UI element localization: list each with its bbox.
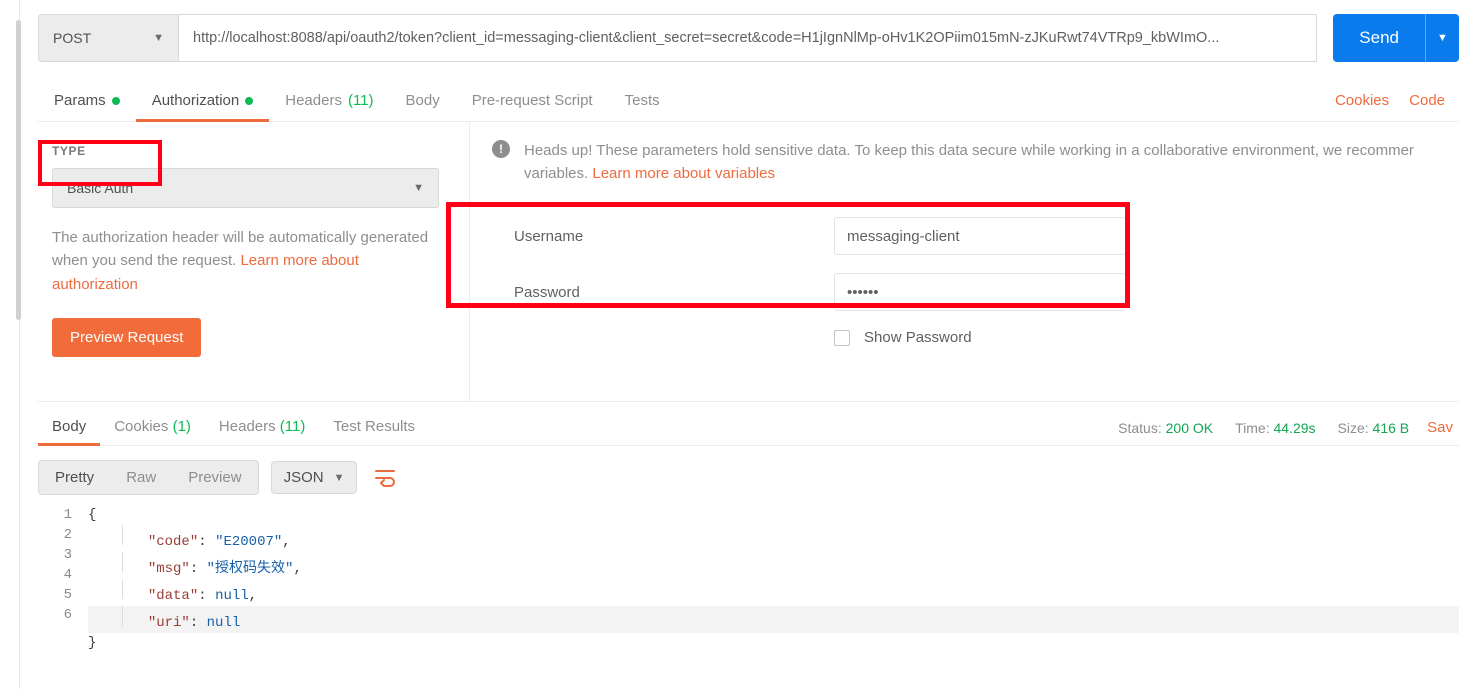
tab-label: Authorization bbox=[152, 92, 240, 109]
chevron-down-icon: ▼ bbox=[1437, 32, 1448, 44]
save-response-link[interactable]: Sav bbox=[1417, 419, 1453, 436]
tab-prerequest[interactable]: Pre-request Script bbox=[456, 82, 609, 121]
chevron-down-icon: ▼ bbox=[153, 32, 164, 44]
tab-count: (1) bbox=[173, 418, 191, 435]
tab-authorization[interactable]: Authorization bbox=[136, 82, 270, 121]
size-value: 416 B bbox=[1373, 420, 1410, 436]
left-dock bbox=[0, 0, 20, 689]
tab-headers[interactable]: Headers (11) bbox=[269, 82, 389, 121]
tab-body[interactable]: Body bbox=[390, 82, 456, 121]
tab-label: Pre-request Script bbox=[472, 92, 593, 109]
response-tab-body[interactable]: Body bbox=[38, 410, 100, 445]
code-token: { bbox=[88, 507, 96, 523]
code-token: "data" bbox=[148, 588, 198, 604]
username-input[interactable] bbox=[834, 217, 1126, 255]
tab-count: (11) bbox=[280, 418, 306, 435]
time-label: Time: bbox=[1235, 420, 1269, 436]
request-bar: POST ▼ http://localhost:8088/api/oauth2/… bbox=[38, 14, 1459, 62]
raw-button[interactable]: Raw bbox=[110, 461, 172, 494]
body-view-segment: Pretty Raw Preview bbox=[38, 460, 259, 495]
send-button[interactable]: Send bbox=[1333, 14, 1425, 62]
response-tab-test-results[interactable]: Test Results bbox=[319, 410, 429, 445]
code-token: null bbox=[207, 615, 241, 631]
http-method-value: POST bbox=[53, 30, 91, 46]
preview-button[interactable]: Preview bbox=[172, 461, 257, 494]
tab-params[interactable]: Params bbox=[38, 82, 136, 121]
code-link[interactable]: Code bbox=[1399, 82, 1455, 121]
time-value: 44.29s bbox=[1273, 420, 1315, 436]
cookies-link[interactable]: Cookies bbox=[1325, 82, 1399, 121]
chevron-down-icon: ▼ bbox=[413, 182, 424, 194]
line-wrap-button[interactable] bbox=[369, 461, 403, 495]
code-content: { "code": "E20007", "msg": "授权码失效", "dat… bbox=[88, 505, 1459, 653]
line-gutter: 123456 bbox=[38, 505, 88, 653]
tab-label: Body bbox=[52, 418, 86, 435]
tab-label: Params bbox=[54, 92, 106, 109]
auth-description: The authorization header will be automat… bbox=[52, 226, 439, 296]
authorization-panel: TYPE Basic Auth ▼ The authorization head… bbox=[38, 122, 1459, 402]
heads-up-banner: ! Heads up! These parameters hold sensit… bbox=[492, 140, 1459, 185]
preview-request-button[interactable]: Preview Request bbox=[52, 318, 201, 357]
response-meta: Status: 200 OK Time: 44.29s Size: 416 B bbox=[1118, 420, 1417, 436]
code-token: "E20007" bbox=[215, 534, 282, 550]
show-password-label: Show Password bbox=[864, 329, 972, 346]
url-input[interactable]: http://localhost:8088/api/oauth2/token?c… bbox=[178, 14, 1317, 62]
chevron-down-icon: ▼ bbox=[334, 472, 345, 484]
tab-label: Body bbox=[406, 92, 440, 109]
tab-label: Headers bbox=[219, 418, 276, 435]
response-body-code[interactable]: 123456 { "code": "E20007", "msg": "授权码失效… bbox=[38, 505, 1459, 653]
tab-label: Headers bbox=[285, 92, 342, 109]
password-input[interactable] bbox=[834, 273, 1126, 311]
code-token: } bbox=[88, 635, 96, 651]
body-language-select[interactable]: JSON ▼ bbox=[271, 461, 358, 494]
status-label: Status: bbox=[1118, 420, 1162, 436]
request-tabs: Params Authorization Headers (11) Body P… bbox=[38, 82, 1459, 122]
learn-more-variables-link[interactable]: Learn more about variables bbox=[592, 165, 775, 182]
status-dot-icon bbox=[245, 97, 253, 105]
username-label: Username bbox=[514, 228, 834, 245]
code-token: "授权码失效" bbox=[207, 561, 294, 577]
response-tabs: Body Cookies (1) Headers (11) Test Resul… bbox=[38, 402, 1459, 446]
tab-label: Cookies bbox=[114, 418, 168, 435]
credentials-form: Username Password Show Password bbox=[492, 217, 1459, 346]
size-label: Size: bbox=[1338, 420, 1369, 436]
http-method-select[interactable]: POST ▼ bbox=[38, 14, 178, 62]
send-dropdown-button[interactable]: ▼ bbox=[1425, 14, 1459, 62]
tab-label: Tests bbox=[625, 92, 660, 109]
info-icon: ! bbox=[492, 140, 510, 158]
show-password-checkbox[interactable] bbox=[834, 330, 850, 346]
url-value: http://localhost:8088/api/oauth2/token?c… bbox=[193, 30, 1219, 46]
tab-count: (11) bbox=[348, 92, 374, 109]
response-tab-cookies[interactable]: Cookies (1) bbox=[100, 410, 205, 445]
body-language-value: JSON bbox=[284, 469, 324, 486]
auth-type-select[interactable]: Basic Auth ▼ bbox=[52, 168, 439, 208]
status-dot-icon bbox=[112, 97, 120, 105]
code-token: "uri" bbox=[148, 615, 190, 631]
response-body-toolbar: Pretty Raw Preview JSON ▼ bbox=[38, 446, 1459, 505]
tab-tests[interactable]: Tests bbox=[609, 82, 676, 121]
password-label: Password bbox=[514, 284, 834, 301]
response-tab-headers[interactable]: Headers (11) bbox=[205, 410, 319, 445]
tab-label: Test Results bbox=[333, 418, 415, 435]
pretty-button[interactable]: Pretty bbox=[39, 461, 110, 494]
code-token: "msg" bbox=[148, 561, 190, 577]
status-value: 200 OK bbox=[1166, 420, 1213, 436]
auth-type-value: Basic Auth bbox=[67, 180, 133, 196]
auth-type-label: TYPE bbox=[52, 144, 439, 158]
code-token: "code" bbox=[148, 534, 198, 550]
code-token: null bbox=[215, 588, 249, 604]
